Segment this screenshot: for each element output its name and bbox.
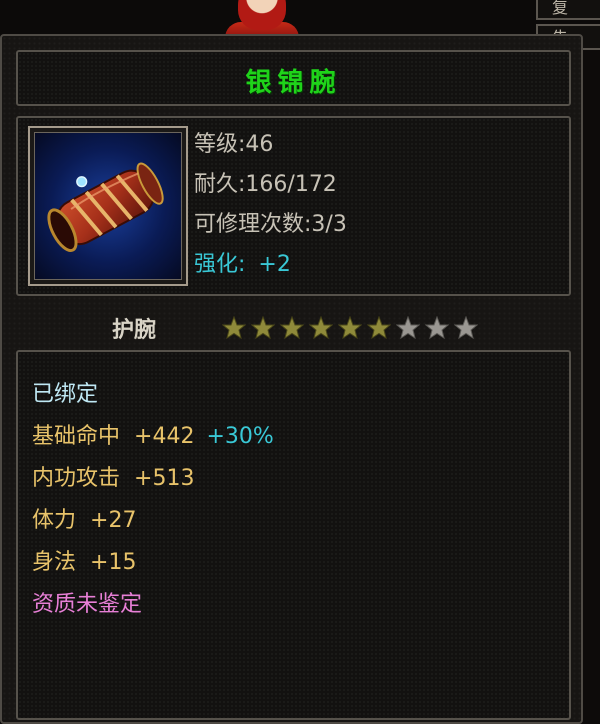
item-durability: 耐久:166/172: [194, 172, 337, 197]
item-icon-frame[interactable]: [28, 126, 188, 286]
attribute-line: 体力 +27: [32, 502, 136, 534]
star-filled-icon: [367, 316, 391, 340]
item-tooltip: 银锦腕 等级:46 耐久:166/172 可修理次数:3/3 强化: +2 护腕…: [0, 34, 583, 724]
side-tab-1[interactable]: 复: [536, 0, 600, 20]
attribute-line: 身法 +15: [32, 544, 136, 576]
attribute-label: 体力: [32, 508, 77, 533]
item-type: 护腕: [112, 318, 157, 343]
attribute-label: 已绑定: [32, 382, 99, 407]
star-filled-icon: [309, 316, 333, 340]
item-title-box: 银锦腕: [16, 50, 571, 106]
enhance-value: +2: [258, 252, 291, 277]
top-strip: 复 告: [0, 0, 600, 50]
star-filled-icon: [222, 316, 246, 340]
item-info-box: 等级:46 耐久:166/172 可修理次数:3/3 强化: +2: [16, 116, 571, 296]
bracer-icon: [34, 132, 182, 280]
attribute-line: 内功攻击 +513: [32, 460, 194, 492]
star-empty-icon: [396, 316, 420, 340]
attribute-value: +27: [90, 508, 137, 533]
attribute-label: 资质未鉴定: [32, 592, 143, 617]
item-type-row: 护腕: [16, 306, 571, 346]
item-repair-count: 可修理次数:3/3: [194, 212, 347, 237]
attribute-value: +442: [134, 424, 195, 449]
attribute-line: 已绑定: [32, 376, 98, 408]
star-filled-icon: [280, 316, 304, 340]
enhance-label: 强化:: [194, 252, 246, 277]
star-empty-icon: [425, 316, 449, 340]
star-filled-icon: [338, 316, 362, 340]
star-filled-icon: [251, 316, 275, 340]
attribute-label: 基础命中: [32, 424, 121, 449]
attribute-line: 资质未鉴定: [32, 586, 142, 618]
attribute-label: 身法: [32, 550, 77, 575]
attribute-label: 内功攻击: [32, 466, 121, 491]
star-empty-icon: [454, 316, 478, 340]
item-name: 银锦腕: [245, 68, 342, 98]
character-portrait: [238, 0, 286, 30]
attribute-value: +513: [134, 466, 195, 491]
attribute-bonus: +30%: [206, 424, 274, 449]
item-enhance: 强化: +2: [194, 246, 291, 278]
attribute-value: +15: [90, 550, 137, 575]
attribute-line: 基础命中 +442 +30%: [32, 418, 274, 450]
item-level: 等级:46: [194, 132, 274, 157]
item-attributes-box: 已绑定基础命中 +442 +30% 内功攻击 +513 体力 +27 身法 +15 资质未鉴定: [16, 350, 571, 720]
